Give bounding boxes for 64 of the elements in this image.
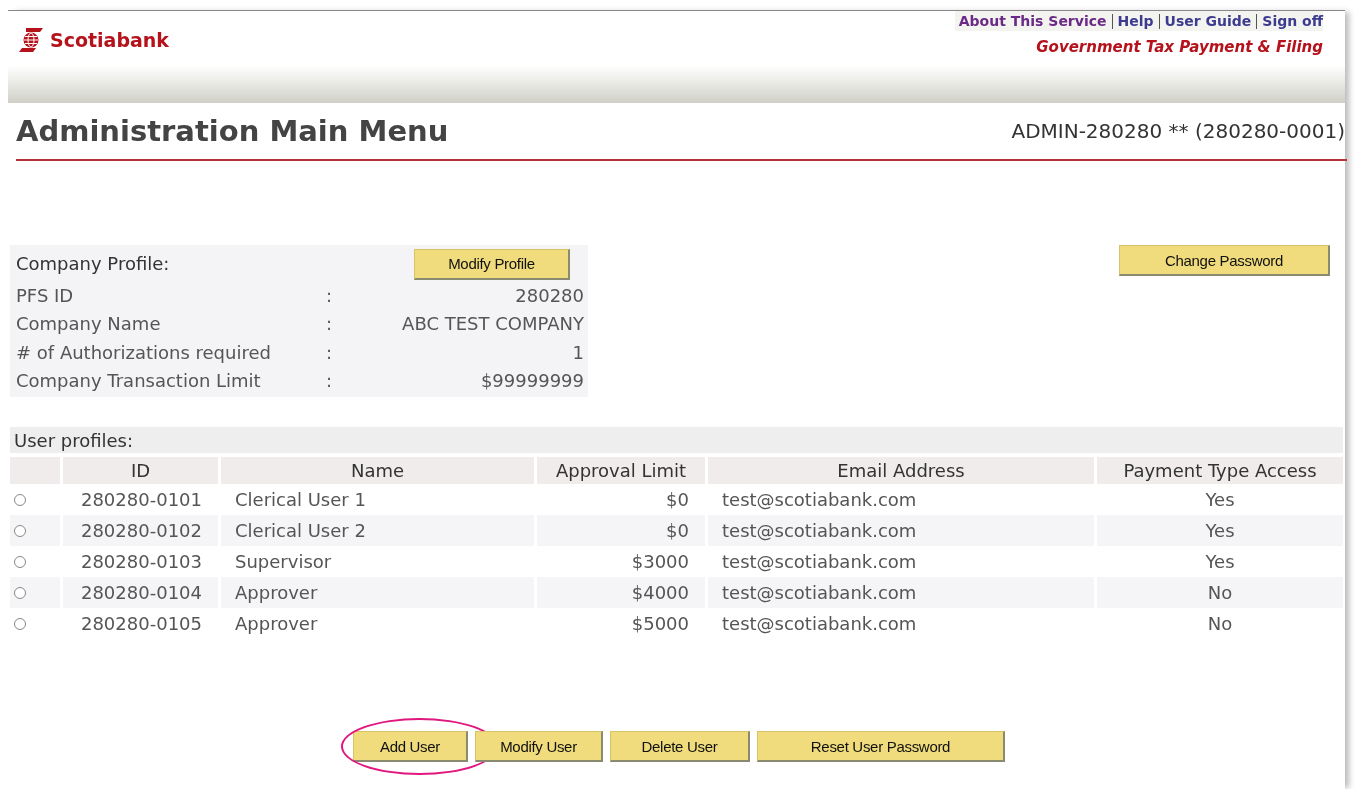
table-cell-text: Supervisor (234, 550, 333, 574)
table-cell-text: Approver (234, 612, 319, 636)
table-cell: $4000 (537, 577, 705, 608)
user-id: ADMIN-280280 ** (280280-0001) (1011, 119, 1345, 143)
table-cell-text: 280280-0101 (79, 488, 203, 512)
table-cell: Approver (221, 577, 534, 608)
header-link[interactable]: User Guide (1158, 13, 1252, 29)
table-cell: 280280-0104 (63, 577, 218, 608)
radio-button[interactable] (14, 586, 26, 599)
page-title: Administration Main Menu (16, 114, 449, 148)
action-button[interactable]: Add User (353, 731, 468, 762)
field-value: 1 (571, 341, 584, 363)
colon-separator: : (325, 313, 332, 335)
header-link[interactable]: About This Service (958, 13, 1107, 29)
colon-separator: : (325, 341, 332, 363)
action-button[interactable]: Modify User (475, 731, 603, 762)
radio-button[interactable] (14, 617, 26, 630)
table-cell-text: Clerical User 1 (234, 488, 367, 512)
colon-separator: : (325, 284, 332, 306)
table-cell-text: 280280-0103 (79, 550, 203, 574)
table-cell-text: $3000 (630, 550, 690, 574)
logo-icon (18, 27, 44, 53)
column-header: Approval Limit (537, 457, 705, 484)
table-cell-text: test@scotiabank.com (721, 612, 918, 636)
column-header: Email Address (708, 457, 1094, 484)
field-label: PFS ID (16, 284, 74, 306)
action-button[interactable]: Delete User (610, 731, 750, 762)
radio-button[interactable] (14, 493, 26, 506)
field-label: Company Transaction Limit (16, 370, 261, 392)
header-link[interactable]: Help (1111, 13, 1154, 29)
table-cell-text: Yes (1204, 550, 1236, 574)
table-cell: 280280-0102 (63, 515, 218, 546)
field-label: # of Authorizations required (16, 341, 271, 363)
header-link[interactable]: Sign off (1256, 13, 1323, 29)
section-heading: User profiles: (14, 429, 134, 451)
radio-button[interactable] (14, 524, 26, 537)
change-password-button[interactable]: Change Password (1119, 245, 1330, 276)
table-cell: No (1097, 577, 1343, 608)
column-header: ID (63, 457, 218, 484)
table-cell-text: $0 (665, 488, 690, 512)
table-cell: Clerical User 2 (221, 515, 534, 546)
table-cell: Yes (1097, 515, 1343, 546)
table-cell: test@scotiabank.com (708, 577, 1094, 608)
table-cell-text: test@scotiabank.com (721, 550, 918, 574)
column-header: Name (221, 457, 534, 484)
column-header: Payment Type Access (1097, 457, 1343, 484)
section-heading: Company Profile: (16, 252, 170, 274)
table-cell-text: 280280-0105 (79, 612, 203, 636)
field-value: $99999999 (479, 370, 584, 392)
field-value: 280280 (514, 284, 584, 306)
brand-name: Scotiabank (50, 29, 169, 51)
table-cell: $0 (537, 515, 705, 546)
table-cell-text: $5000 (630, 612, 690, 636)
table-cell: test@scotiabank.com (708, 515, 1094, 546)
colon-separator: : (325, 370, 332, 392)
radio-button[interactable] (14, 555, 26, 568)
table-cell-text: test@scotiabank.com (721, 488, 918, 512)
field-value: ABC TEST COMPANY (401, 313, 584, 335)
table-cell-text: No (1206, 612, 1234, 636)
service-title: Government Tax Payment & Filing (1036, 38, 1323, 56)
table-cell-text: Yes (1204, 488, 1236, 512)
modify-profile-button[interactable]: Modify Profile (414, 248, 570, 280)
action-button[interactable]: Reset User Password (757, 731, 1005, 762)
field-label: Company Name (16, 313, 161, 335)
